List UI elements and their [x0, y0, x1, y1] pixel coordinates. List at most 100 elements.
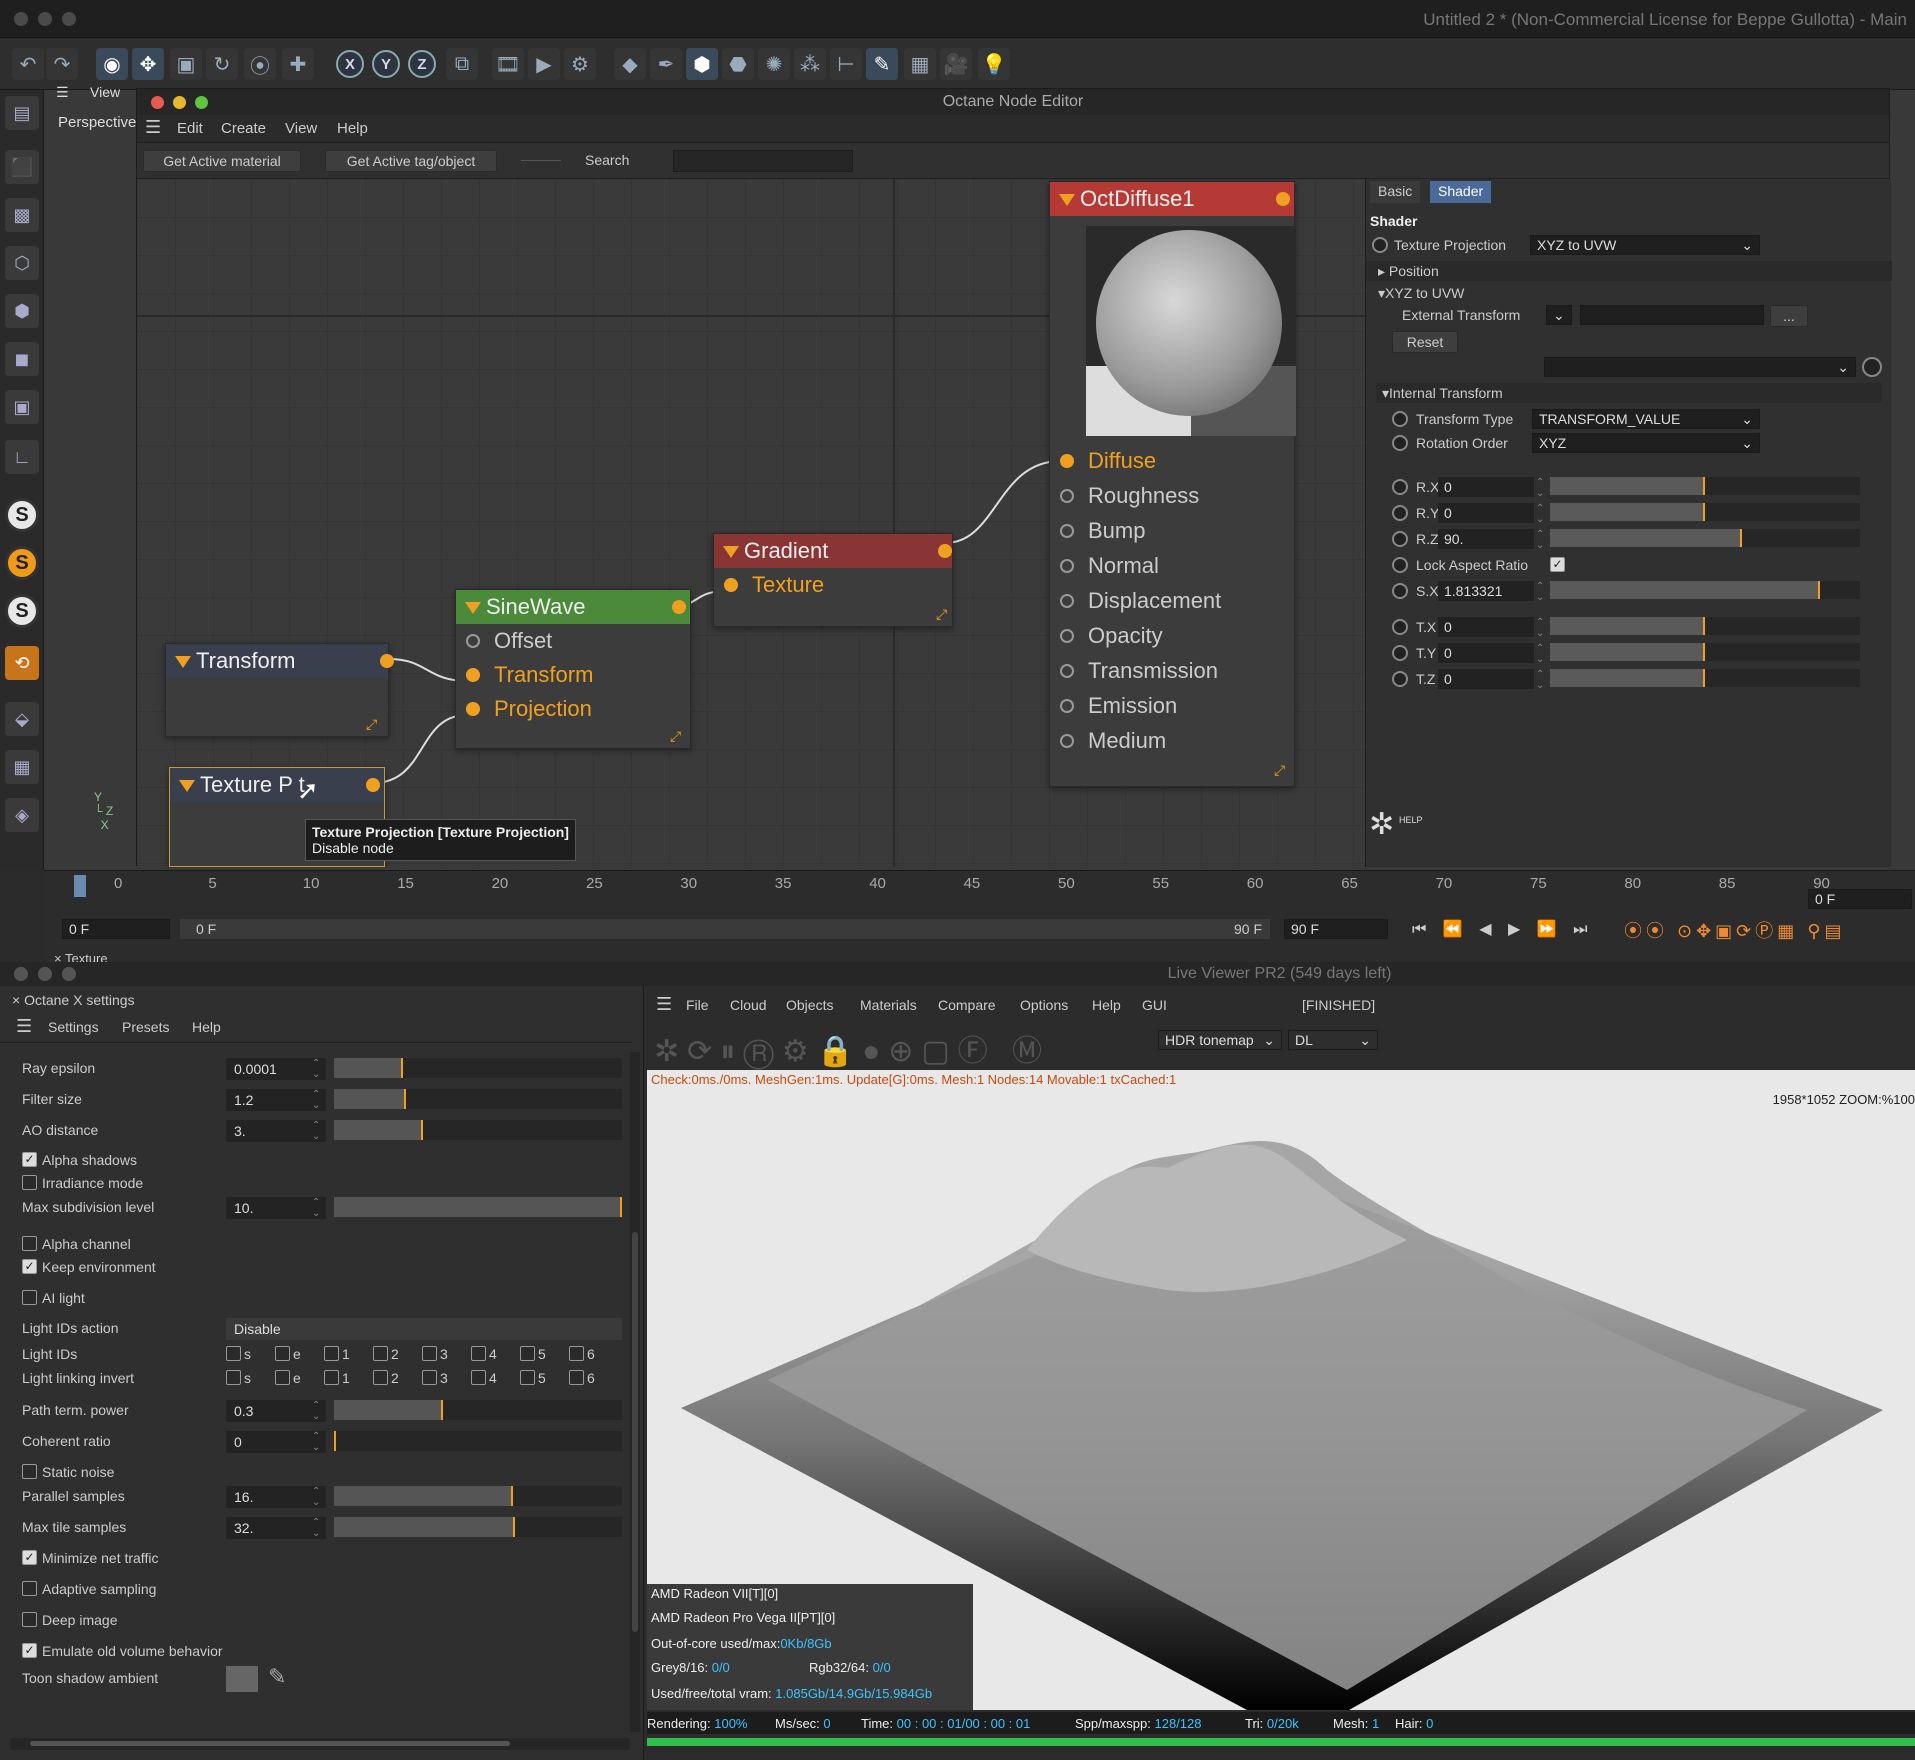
light_linking_invert-checkbox-1[interactable]: [324, 1370, 339, 1385]
irradiance_mode-checkbox[interactable]: [22, 1175, 37, 1190]
transform-node[interactable]: Transform ⤢: [165, 643, 394, 737]
settings-menu-settings[interactable]: Settings: [48, 1019, 99, 1035]
position-group[interactable]: ▸ Position: [1378, 263, 1439, 280]
keep_env-checkbox[interactable]: ✓: [22, 1259, 37, 1274]
keyframe-tools-icon[interactable]: ⦿⦿ ⊙✥▣⟳Ⓟ▦ ⚲▤: [1624, 917, 1845, 943]
floor-icon[interactable]: ▦: [904, 48, 936, 80]
lv-menu-gui[interactable]: GUI: [1142, 997, 1167, 1013]
animate-radio-icon[interactable]: [1392, 479, 1408, 495]
light_linking_invert-checkbox-4[interactable]: [471, 1370, 486, 1385]
external-transform-field[interactable]: [1580, 305, 1764, 325]
node-editor-zoom-button[interactable]: [195, 96, 208, 109]
port-bump[interactable]: Bump: [1050, 514, 1280, 548]
render-settings-icon[interactable]: ⚙: [564, 48, 596, 80]
port-displacement[interactable]: Displacement: [1050, 584, 1280, 618]
external-transform-dropdown[interactable]: ⌄: [1546, 305, 1572, 325]
gradient-output-port[interactable]: [938, 544, 952, 558]
light_linking_invert-checkbox-s[interactable]: [226, 1370, 241, 1385]
grid-icon[interactable]: ▦: [5, 750, 39, 784]
stepper-icon[interactable]: ⌃ ⌄: [312, 1058, 320, 1080]
stepper-icon[interactable]: ⌃ ⌄: [312, 1089, 320, 1111]
adaptive-checkbox[interactable]: [22, 1581, 37, 1596]
reset-button[interactable]: Reset: [1392, 331, 1458, 353]
uv-mode-icon[interactable]: ▣: [5, 390, 39, 424]
animate-radio-icon[interactable]: [1392, 531, 1408, 547]
transform-type-dropdown[interactable]: TRANSFORM_VALUE ⌄: [1532, 409, 1760, 429]
port-medium[interactable]: Medium: [1050, 724, 1280, 758]
render-region-icon[interactable]: 🎞: [492, 48, 524, 80]
light-ids-action-dropdown[interactable]: Disable: [226, 1318, 622, 1340]
light_ids-checkbox-s[interactable]: [226, 1346, 241, 1361]
polygons-mode-icon[interactable]: ◼: [5, 342, 39, 376]
filter_size-slider[interactable]: [334, 1089, 622, 1109]
light_linking_invert-checkbox-3[interactable]: [422, 1370, 437, 1385]
sinewave-port-projection[interactable]: Projection: [456, 692, 690, 726]
node-editor-minimize-button[interactable]: [173, 96, 186, 109]
scale-tool-icon[interactable]: ▣: [170, 48, 202, 80]
lv-menu-help[interactable]: Help: [1092, 997, 1121, 1013]
menu-create[interactable]: Create: [221, 120, 266, 137]
tx-slider[interactable]: [1550, 617, 1860, 635]
search-input[interactable]: [673, 150, 853, 172]
magnet-icon[interactable]: ⟲: [5, 646, 39, 680]
eyedropper-icon[interactable]: ✎: [268, 1664, 286, 1690]
ray_epsilon-input[interactable]: 0.0001: [226, 1058, 326, 1080]
sinewave-port-offset[interactable]: Offset: [456, 624, 690, 658]
lv-menu-cloud[interactable]: Cloud: [730, 997, 767, 1013]
y-axis-lock-icon[interactable]: Y: [372, 50, 400, 78]
animate-radio-icon[interactable]: [1392, 435, 1408, 451]
deformer-icon[interactable]: ⊢: [830, 48, 862, 80]
kernel-dropdown[interactable]: DL ⌄: [1288, 1030, 1378, 1050]
ai_light-checkbox[interactable]: [22, 1290, 37, 1305]
light-icon[interactable]: 💡: [978, 48, 1010, 80]
hamburger-icon[interactable]: ☰: [16, 1016, 32, 1037]
stepper-icon[interactable]: ⌃ ⌄: [1536, 669, 1544, 691]
max_tile-slider[interactable]: [334, 1517, 622, 1537]
lv-menu-objects[interactable]: Objects: [786, 997, 833, 1013]
z-axis-lock-icon[interactable]: Z: [408, 50, 436, 78]
light_linking_invert-checkbox-2[interactable]: [373, 1370, 388, 1385]
tz-slider[interactable]: [1550, 669, 1860, 687]
settings-zoom-button[interactable]: [62, 967, 76, 981]
select-tool-icon[interactable]: ◉: [96, 48, 128, 80]
xyz-group[interactable]: ▾XYZ to UVW: [1378, 285, 1464, 302]
node-editor-close-button[interactable]: [151, 96, 164, 109]
stepper-icon[interactable]: ⌃ ⌄: [1536, 529, 1544, 551]
effector-icon[interactable]: ⁂: [794, 48, 826, 80]
hamburger-icon[interactable]: ☰: [656, 994, 672, 1015]
ray_epsilon-slider[interactable]: [334, 1058, 622, 1078]
object-mode-icon[interactable]: ⬛: [5, 150, 39, 184]
sinewave-port-transform[interactable]: Transform: [456, 658, 690, 692]
animate-radio-icon[interactable]: [1392, 505, 1408, 521]
texture-projection-output-port[interactable]: [366, 778, 380, 792]
snap-settings-icon[interactable]: S: [5, 546, 39, 580]
cube-primitive-icon[interactable]: ◆: [614, 48, 646, 80]
rotate-tool-icon[interactable]: ↻: [206, 48, 238, 80]
texture-projection-dropdown[interactable]: XYZ to UVW ⌄: [1530, 235, 1760, 255]
ao_distance-slider[interactable]: [334, 1120, 622, 1140]
lv-menu-compare[interactable]: Compare: [938, 997, 996, 1013]
max_tile-input[interactable]: 32.: [226, 1517, 326, 1539]
undo-icon[interactable]: ↶: [12, 48, 44, 80]
playhead[interactable]: [74, 875, 86, 897]
ao_distance-input[interactable]: 3.: [226, 1120, 326, 1142]
light_ids-checkbox-5[interactable]: [520, 1346, 535, 1361]
stepper-icon[interactable]: ⌃ ⌄: [1536, 581, 1544, 603]
toon-shadow-color-swatch[interactable]: [226, 1666, 258, 1692]
port-emission[interactable]: Emission: [1050, 689, 1280, 723]
preview-range-bar[interactable]: 0 F 90 F: [180, 919, 1270, 939]
extrude-icon[interactable]: ⬣: [722, 48, 754, 80]
paint-icon[interactable]: ✎: [866, 48, 898, 80]
ty-slider[interactable]: [1550, 643, 1860, 661]
tx-input[interactable]: 0: [1438, 617, 1534, 637]
ry-input[interactable]: 0: [1438, 503, 1534, 523]
move-tool-icon[interactable]: ✥: [132, 48, 164, 80]
animate-radio-icon[interactable]: [1392, 583, 1408, 599]
internal-transform-group[interactable]: ▾Internal Transform: [1382, 385, 1503, 402]
lock-aspect-checkbox[interactable]: ✓: [1550, 557, 1565, 572]
deep_image-checkbox[interactable]: [22, 1612, 37, 1627]
port-transmission[interactable]: Transmission: [1050, 654, 1280, 688]
port-opacity[interactable]: Opacity: [1050, 619, 1280, 653]
points-mode-icon[interactable]: ⬡: [5, 246, 39, 280]
light_ids-checkbox-1[interactable]: [324, 1346, 339, 1361]
